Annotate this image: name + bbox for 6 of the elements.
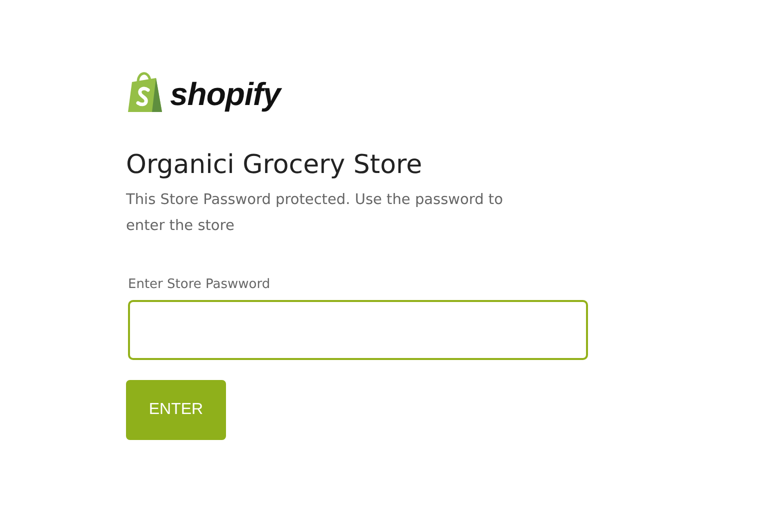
logo-wordmark: shopify bbox=[170, 78, 280, 114]
field-label: Enter Store Paswword bbox=[128, 277, 270, 292]
store-title: Organici Grocery Store bbox=[126, 150, 422, 182]
password-field[interactable] bbox=[128, 300, 588, 360]
enter-button[interactable]: ENTER bbox=[126, 380, 226, 440]
password-message: This Store Password protected. Use the password to enter the store bbox=[126, 191, 504, 236]
